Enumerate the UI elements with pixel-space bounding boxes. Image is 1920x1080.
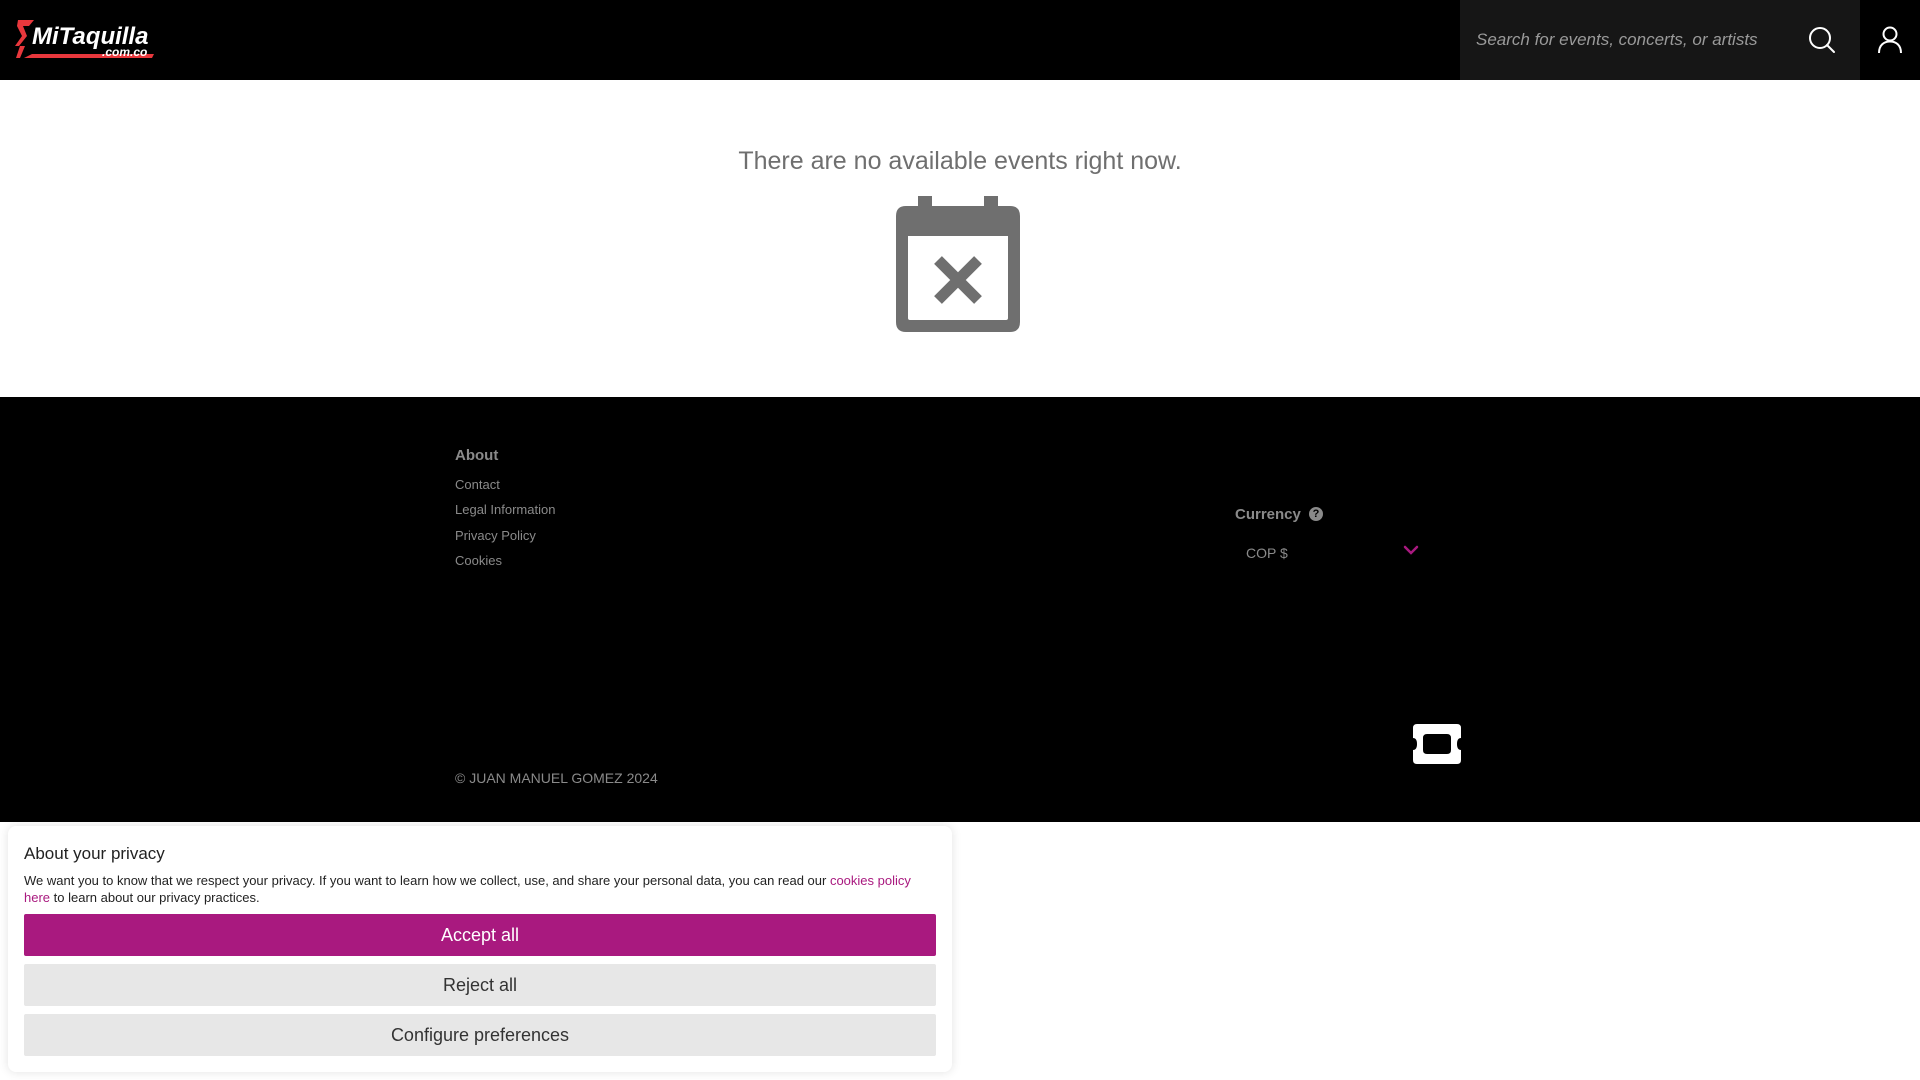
calendar-x-icon <box>896 196 1020 332</box>
chevron-down-icon <box>1403 545 1419 555</box>
currency-select[interactable]: COP $ <box>1235 537 1420 571</box>
search-button[interactable] <box>1800 20 1844 60</box>
cookie-text-before: We want you to know that we respect your… <box>24 873 830 888</box>
footer-about-heading: About <box>455 447 499 464</box>
user-account-button[interactable] <box>1866 18 1914 62</box>
search-input[interactable] <box>1460 0 1790 80</box>
currency-value: COP $ <box>1246 545 1288 561</box>
footer-link-cookies[interactable]: Cookies <box>455 553 502 568</box>
accept-all-button[interactable]: Accept all <box>24 914 936 956</box>
svg-text:.com.co: .com.co <box>102 45 147 59</box>
site-footer: About Contact Legal Information Privacy … <box>0 397 1920 822</box>
mitaquilla-logo[interactable]: MiTaquilla .com.co <box>14 14 160 66</box>
empty-events-message: There are no available events right now. <box>738 147 1182 175</box>
copyright-text: © JUAN MANUEL GOMEZ 2024 <box>455 770 658 786</box>
cookie-text-after: to learn about our privacy practices. <box>50 890 260 905</box>
footer-link-contact[interactable]: Contact <box>455 477 500 492</box>
cookie-consent-banner: About your privacy We want you to know t… <box>8 826 952 1072</box>
reject-all-button[interactable]: Reject all <box>24 964 936 1006</box>
search-icon <box>1809 27 1835 53</box>
question-icon[interactable]: ? <box>1309 507 1323 521</box>
user-icon <box>1878 26 1902 54</box>
ticket-icon[interactable] <box>1413 724 1461 764</box>
cookie-banner-text: We want you to know that we respect your… <box>24 872 936 906</box>
top-header: MiTaquilla .com.co <box>0 0 1920 80</box>
cookie-banner-title: About your privacy <box>24 844 165 863</box>
currency-label: Currency <box>1235 506 1301 523</box>
footer-link-privacy[interactable]: Privacy Policy <box>455 528 536 543</box>
configure-preferences-button[interactable]: Configure preferences <box>24 1014 936 1056</box>
footer-link-legal[interactable]: Legal Information <box>455 502 555 517</box>
search-box <box>1460 0 1860 80</box>
